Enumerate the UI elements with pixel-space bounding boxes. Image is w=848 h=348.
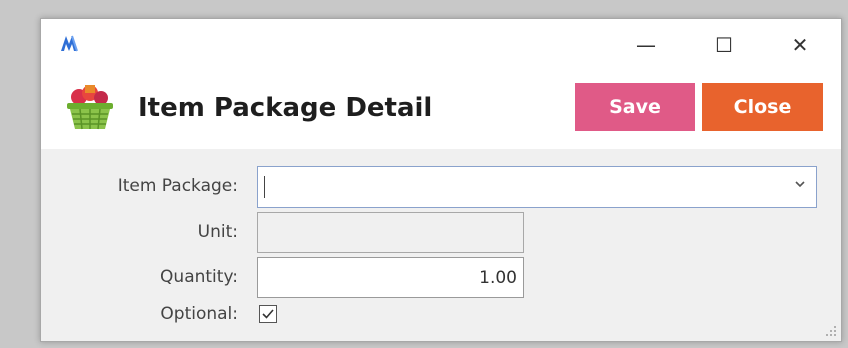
title-bar: — ☐ ✕ [41, 19, 841, 71]
optional-label: Optional: [160, 304, 238, 324]
unit-label: Unit: [197, 222, 238, 242]
close-icon: ✕ [791, 33, 809, 57]
optional-checkbox[interactable] [259, 305, 277, 323]
basket-icon [67, 85, 113, 130]
resize-grip-icon[interactable] [825, 325, 837, 337]
maximize-button[interactable]: ☐ [701, 29, 747, 61]
save-button[interactable]: Save [575, 83, 695, 131]
quantity-label: Quantity: [160, 267, 238, 287]
page-title: Item Package Detail [138, 93, 433, 123]
item-package-label: Item Package: [117, 176, 238, 196]
chevron-down-icon[interactable] [794, 178, 806, 194]
app-logo-icon [61, 35, 78, 52]
window-close-button[interactable]: ✕ [777, 29, 823, 61]
quantity-field[interactable]: 1.00 [257, 257, 524, 298]
minimize-button[interactable]: — [623, 29, 669, 61]
minimize-icon: — [636, 33, 656, 57]
detail-form: Item Package: Unit: Quantity: 1.00 Optio… [41, 149, 841, 341]
quantity-value: 1.00 [479, 267, 517, 288]
item-package-detail-window: — ☐ ✕ Item Package Detail Save Close Ite… [40, 18, 842, 342]
unit-field [257, 212, 524, 253]
close-button[interactable]: Close [702, 83, 823, 131]
item-package-combobox[interactable] [257, 166, 817, 208]
text-caret [264, 176, 265, 198]
checkmark-icon [262, 309, 274, 319]
maximize-icon: ☐ [715, 33, 733, 57]
header: Item Package Detail Save Close [41, 71, 841, 149]
